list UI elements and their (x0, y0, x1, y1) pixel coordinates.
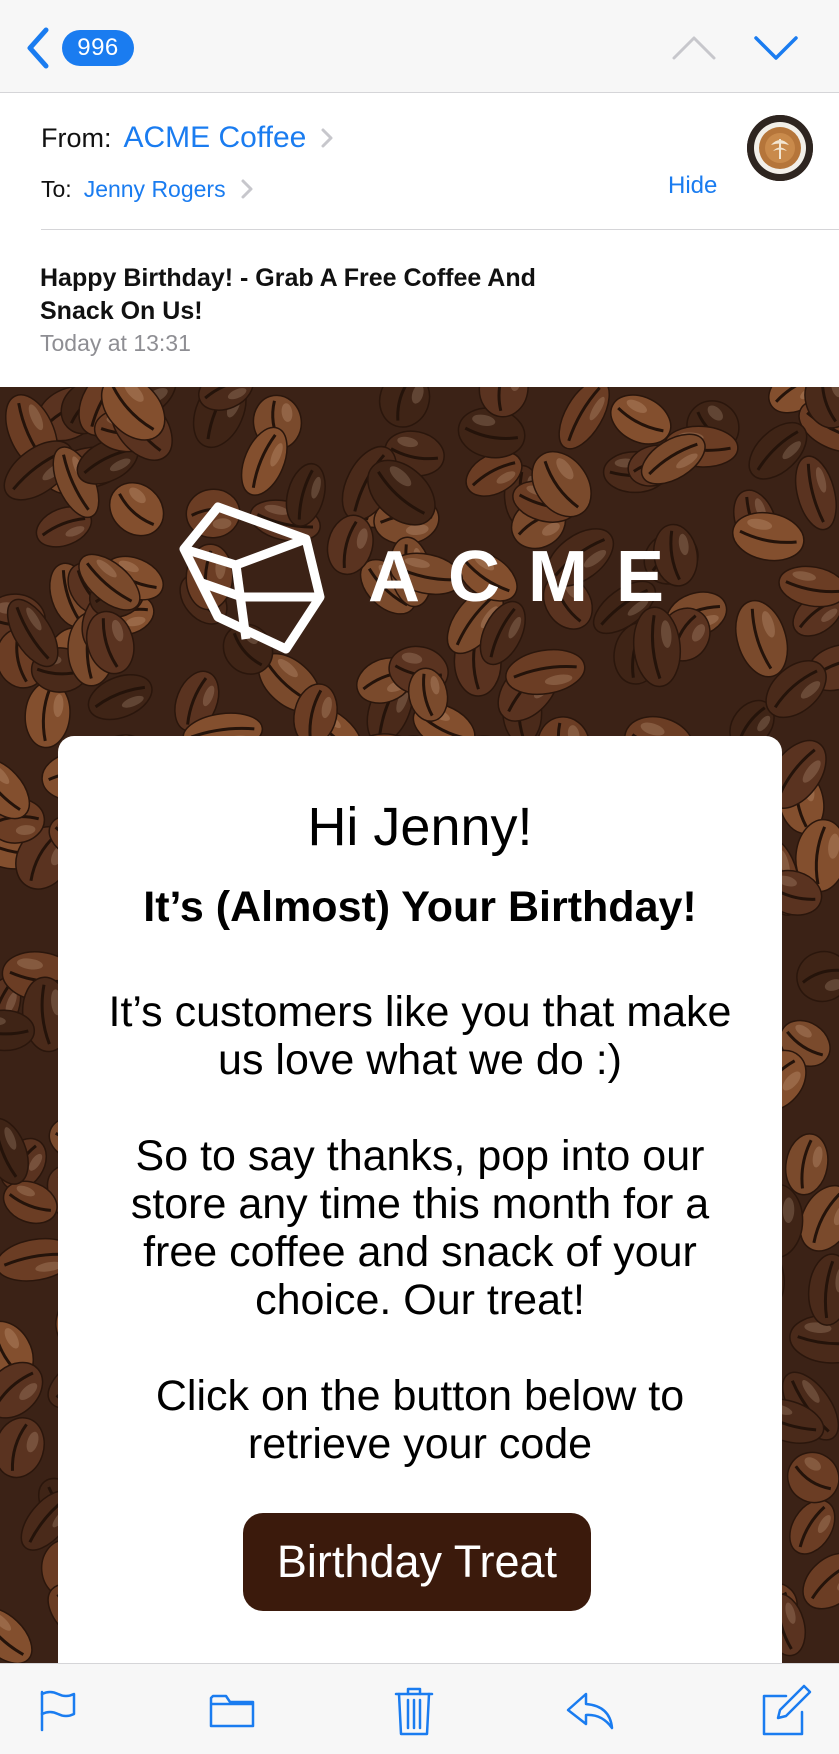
from-label: From: (41, 122, 112, 153)
bottom-toolbar (0, 1663, 839, 1754)
message-card: Hi Jenny! It’s (Almost) Your Birthday! I… (58, 736, 782, 1663)
chevron-left-icon (27, 27, 49, 69)
message-subject: Happy Birthday! - Grab A Free Coffee And… (40, 264, 536, 325)
from-row: From: ACME Coffee (41, 118, 334, 158)
chevron-right-icon (241, 179, 253, 199)
avatar[interactable] (747, 115, 813, 181)
paragraph-thanks: It’s customers like you that make us lov… (108, 988, 732, 1084)
recipient-name[interactable]: Jenny Rogers (84, 176, 226, 203)
flag-icon (40, 1690, 76, 1732)
reply-button[interactable] (562, 1682, 618, 1738)
folder-icon (209, 1694, 255, 1728)
acme-logo-icon (179, 502, 325, 654)
unread-count-badge[interactable]: 996 (62, 30, 134, 66)
back-button[interactable] (22, 26, 56, 70)
reply-icon (566, 1692, 614, 1730)
chevron-right-icon (321, 128, 333, 148)
birthday-treat-button[interactable]: Birthday Treat (243, 1513, 591, 1611)
header-divider (41, 229, 839, 230)
message-timestamp: Today at 13:31 (40, 330, 191, 356)
chevron-up-icon (672, 36, 716, 60)
to-row: To: Jenny Rogers (41, 172, 254, 206)
compose-button[interactable] (756, 1682, 812, 1738)
flag-button[interactable] (30, 1682, 86, 1738)
chevron-down-icon (754, 36, 798, 60)
latte-art-icon (747, 115, 813, 181)
to-label: To: (41, 175, 72, 202)
email-body: ACME Hi Jenny! It’s (Almost) Your Birthd… (0, 387, 839, 1663)
nav-bar: 996 (0, 0, 839, 93)
paragraph-instructions: Click on the button below to retrieve yo… (155, 1372, 685, 1468)
compose-icon (762, 1684, 812, 1736)
hide-details-link[interactable]: Hide (668, 172, 717, 200)
paragraph-offer: So to say thanks, pop into our store any… (130, 1132, 710, 1324)
next-message-button[interactable] (752, 28, 800, 68)
trash-button[interactable] (386, 1682, 442, 1738)
brand-wordmark: ACME (368, 537, 692, 617)
greeting: Hi Jenny! (307, 797, 533, 857)
trash-icon (394, 1687, 434, 1736)
headline: It’s (Almost) Your Birthday! (143, 883, 697, 931)
previous-message-button[interactable] (670, 28, 718, 68)
move-to-folder-button[interactable] (204, 1682, 260, 1738)
sender-name[interactable]: ACME Coffee (124, 121, 307, 155)
